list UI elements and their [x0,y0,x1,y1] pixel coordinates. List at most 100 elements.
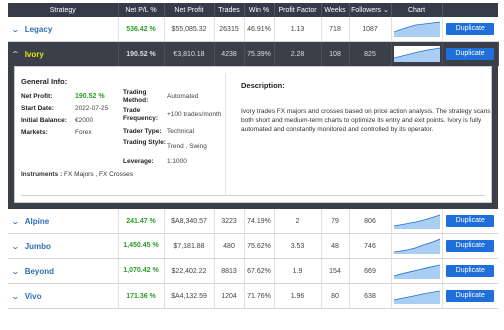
net-pl: 241.47 % [118,209,165,234]
net-pl: 171.36 % [118,283,165,309]
trades: 8813 [214,258,245,284]
strategy-cell[interactable]: ⌃ Ivory [8,41,119,66]
instruments-info: Instruments : FX Majors , FX Crosses [21,171,133,178]
header-net-profit[interactable]: Net Profit [164,3,215,17]
table-row[interactable]: ⌄ Jumbo 1,450.45 % $7,181.88 480 75.62% 3… [8,233,498,259]
chart-cell [391,233,443,259]
chevron-down-icon[interactable]: ⌄ [11,25,20,34]
initial-balance-info: Initial Balance: €2000 [21,117,93,124]
table-row[interactable]: ⌄ Beyond 1,070.42 % $22,402.22 8813 67.62… [8,258,498,284]
strategy-cell[interactable]: ⌄ Legacy [8,17,119,42]
followers: 746 [349,233,392,259]
win-rate: 67.62% [244,258,275,284]
trades: 1204 [214,283,245,309]
weeks: 80 [321,283,350,309]
duplicate-button[interactable]: Duplicate [446,215,495,227]
net-profit: $7,181.88 [164,233,215,259]
header-win[interactable]: Win % [244,3,275,17]
net-profit: €3,810.18 [164,41,215,66]
net-profit: $A8,340.57 [164,209,215,234]
strategy-detail-panel: General Info: Net Profit: 190.52 % Start … [14,66,492,203]
description-title: Description: [241,81,285,90]
header-weeks[interactable]: Weeks [321,3,350,17]
equity-sparkline [393,21,440,37]
strategy-table: Strategy Net P/L % Net Profit Trades Win… [8,3,499,309]
trading-method-label: Trading Method: [123,89,149,104]
weeks: 154 [321,258,350,284]
chevron-down-icon[interactable]: ⌄ [11,267,20,276]
trades: 4238 [214,41,245,66]
win-rate: 74.19% [244,209,275,234]
strategy-name[interactable]: Alpine [25,217,49,226]
strategy-leaderboard: Strategy Net P/L % Net Profit Trades Win… [0,0,504,330]
duplicate-button[interactable]: Duplicate [446,290,495,302]
weeks: 79 [321,209,350,234]
duplicate-button[interactable]: Duplicate [446,23,495,35]
strategy-name[interactable]: Vivo [25,292,42,301]
header-action [442,3,498,17]
header-net-pl[interactable]: Net P/L % [118,3,165,17]
strategy-name[interactable]: Beyond [25,267,54,276]
chevron-up-icon[interactable]: ⌃ [11,50,20,59]
start-date-info: Start Date: 2022-07-25 [21,105,108,112]
trades: 3223 [214,209,245,234]
header-trades[interactable]: Trades [214,3,245,17]
description-text: Ivory trades FX majors and crosses based… [241,108,491,133]
start-date-value: 2022-07-25 [75,105,109,112]
action-cell: Duplicate [442,209,498,234]
chevron-down-icon[interactable]: ⌄ [11,292,20,301]
net-profit: $55,085.32 [164,17,215,42]
net-pl: 1,450.45 % [118,233,165,259]
action-cell: Duplicate [442,17,498,42]
table-row[interactable]: ⌄ Alpine 241.47 % $A8,340.57 3223 74.19% … [8,209,498,234]
strategy-cell[interactable]: ⌄ Vivo [8,283,119,309]
header-strategy[interactable]: Strategy [8,3,119,17]
table-header: Strategy Net P/L % Net Profit Trades Win… [8,3,498,17]
instruments-label: Instruments : [21,171,63,178]
strategy-detail-row: General Info: Net Profit: 190.52 % Start … [8,66,498,209]
table-row[interactable]: ⌄ Legacy 536.42 % $55,085.32 26315 46.91%… [8,17,498,42]
header-followers-label: Followers [351,7,382,14]
strategy-cell[interactable]: ⌄ Alpine [8,209,119,234]
weeks: 108 [321,41,350,66]
table-row-expanded[interactable]: ⌃ Ivory 190.52 % €3,810.18 4238 75.39% 2.… [8,41,499,66]
followers: 806 [349,209,392,234]
strategy-cell[interactable]: ⌄ Jumbo [8,233,119,259]
strategy-detail-cell: General Info: Net Profit: 190.52 % Start … [8,66,498,209]
table-row[interactable]: ⌄ Vivo 171.36 % $A4,132.59 1204 71.76% 1.… [8,283,498,309]
net-pl: 1,070.42 % [118,258,165,284]
net-pl: 536.42 % [118,17,165,42]
header-followers[interactable]: Followers ⌄ [349,3,392,17]
chevron-down-icon[interactable]: ⌄ [11,242,20,251]
duplicate-button[interactable]: Duplicate [446,265,495,277]
start-date-label: Start Date: [21,105,54,112]
markets-info: Markets: Forex [21,129,92,136]
weeks: 48 [321,233,350,259]
leverage-label: Leverage: [123,158,154,165]
initial-balance-value: €2000 [75,117,94,124]
strategy-name[interactable]: Legacy [25,25,53,34]
strategy-name[interactable]: Jumbo [25,242,51,251]
duplicate-button[interactable]: Duplicate [446,240,495,252]
net-profit-info: Net Profit: 190.52 % [21,93,105,100]
win-rate: 46.91% [244,17,275,42]
trading-frequency-value: +100 trades/month [167,111,222,118]
action-cell: Duplicate [442,258,498,284]
header-profit-factor[interactable]: Profit Factor [274,3,322,17]
chart-cell [391,17,443,42]
strategy-name[interactable]: Ivory [25,50,44,59]
net-profit: $22,402.22 [164,258,215,284]
profit-factor: 3.53 [274,233,322,259]
strategy-cell[interactable]: ⌄ Beyond [8,258,119,284]
profit-factor: 1.13 [274,17,322,42]
duplicate-button[interactable]: Duplicate [446,48,494,60]
trading-style-value: Trend , Swing [167,143,207,150]
chart-cell [391,258,443,284]
chevron-down-icon[interactable]: ⌄ [11,217,20,226]
sort-down-icon: ⌄ [383,7,389,14]
profit-factor: 1.9 [274,258,322,284]
followers: 1087 [349,17,392,42]
chart-cell [391,209,443,234]
trading-style-label: Trading Style: [123,139,166,146]
action-cell: Duplicate [442,41,499,66]
